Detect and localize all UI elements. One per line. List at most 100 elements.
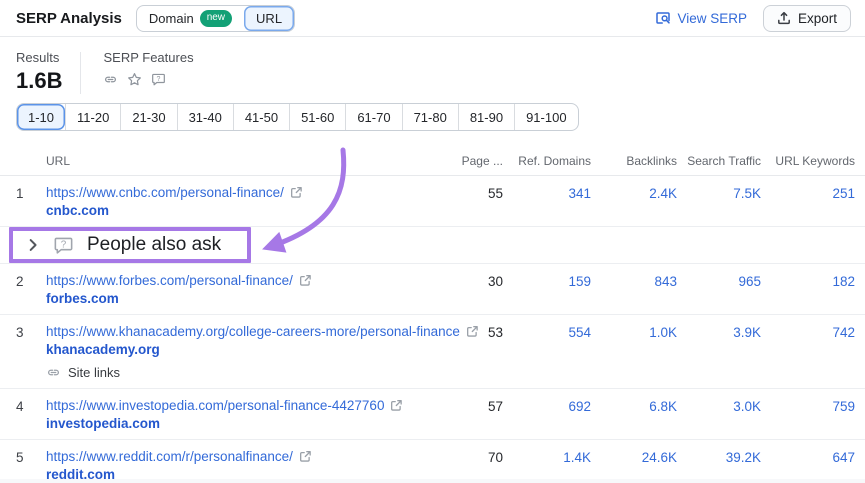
url-keywords-value[interactable]: 251 (761, 185, 855, 201)
pagination-tab-91-100[interactable]: 91-100 (514, 104, 577, 130)
pagination-tab-1-10[interactable]: 1-10 (17, 104, 65, 130)
pagination-tab-31-40[interactable]: 31-40 (177, 104, 233, 130)
ref-domains-value[interactable]: 159 (503, 273, 591, 289)
search-traffic-value[interactable]: 39.2K (677, 449, 761, 465)
page-title: SERP Analysis (16, 10, 122, 27)
result-url: https://www.cnbc.com/personal-finance/ (46, 185, 284, 200)
pagination-tab-51-60[interactable]: 51-60 (289, 104, 345, 130)
sitelinks-icon (46, 365, 61, 380)
search-traffic-value[interactable]: 3.0K (677, 398, 761, 414)
external-link-icon[interactable] (390, 399, 403, 412)
reviews-feature-icon (127, 72, 142, 87)
top-bar-actions: View SERP Export (655, 5, 851, 32)
col-header-url: URL (46, 154, 445, 168)
result-url-link[interactable]: https://www.investopedia.com/personal-fi… (46, 398, 445, 413)
url-cell: https://www.cnbc.com/personal-finance/ c… (46, 185, 445, 218)
new-badge: new (200, 10, 232, 27)
stats-section: Results 1.6B SERP Features (0, 37, 865, 94)
search-traffic-value[interactable]: 7.5K (677, 185, 761, 201)
page-score-value: 70 (445, 449, 503, 465)
people-also-ask-row[interactable]: ? People also ask (0, 227, 865, 264)
tab-url-label: URL (256, 11, 282, 26)
tab-domain-label: Domain (149, 11, 194, 26)
table-header: URL Page ... Ref. Domains Backlinks Sear… (0, 146, 865, 176)
bottom-strip (0, 479, 865, 483)
export-icon (777, 11, 791, 25)
view-serp-button[interactable]: View SERP (655, 10, 747, 26)
pagination-tab-41-50[interactable]: 41-50 (233, 104, 289, 130)
tab-domain[interactable]: Domain new (137, 6, 244, 31)
result-url-link[interactable]: https://www.khanacademy.org/college-care… (46, 324, 445, 339)
svg-text:?: ? (157, 76, 161, 83)
row-position: 2 (16, 273, 46, 289)
result-domain-link[interactable]: investopedia.com (46, 416, 445, 431)
top-bar: SERP Analysis Domain new URL View SERP (0, 0, 865, 37)
row-position: 4 (16, 398, 46, 414)
table-row: 2 https://www.forbes.com/personal-financ… (0, 264, 865, 315)
result-domain-link[interactable]: khanacademy.org (46, 342, 445, 357)
result-domain-link[interactable]: cnbc.com (46, 203, 445, 218)
sitelinks-feature-icon (103, 72, 118, 87)
expand-chevron-icon[interactable] (26, 238, 40, 252)
page-score-value: 30 (445, 273, 503, 289)
search-traffic-value[interactable]: 965 (677, 273, 761, 289)
result-url-link[interactable]: https://www.cnbc.com/personal-finance/ (46, 185, 445, 200)
external-link-icon[interactable] (299, 274, 312, 287)
search-traffic-value[interactable]: 3.9K (677, 324, 761, 340)
site-links-feature: Site links (46, 365, 445, 380)
tab-url[interactable]: URL (244, 6, 294, 31)
result-url: https://www.investopedia.com/personal-fi… (46, 398, 384, 413)
people-also-ask-highlight-box: ? People also ask (9, 227, 251, 263)
stats-divider (80, 52, 81, 94)
backlinks-value[interactable]: 2.4K (591, 185, 677, 201)
backlinks-value[interactable]: 6.8K (591, 398, 677, 414)
people-also-ask-label: People also ask (87, 234, 221, 256)
pagination: 1-10 11-20 21-30 31-40 41-50 51-60 61-70… (16, 103, 579, 131)
ref-domains-value[interactable]: 692 (503, 398, 591, 414)
people-also-ask-icon: ? (53, 235, 74, 256)
pagination-tab-71-80[interactable]: 71-80 (402, 104, 458, 130)
page-score-value: 53 (445, 324, 503, 340)
ref-domains-value[interactable]: 1.4K (503, 449, 591, 465)
pagination-tab-21-30[interactable]: 21-30 (120, 104, 176, 130)
table-row: 1 https://www.cnbc.com/personal-finance/… (0, 176, 865, 227)
pagination-tab-61-70[interactable]: 61-70 (345, 104, 401, 130)
ref-domains-value[interactable]: 341 (503, 185, 591, 201)
result-url-link[interactable]: https://www.forbes.com/personal-finance/ (46, 273, 445, 288)
backlinks-value[interactable]: 1.0K (591, 324, 677, 340)
url-cell: https://www.investopedia.com/personal-fi… (46, 398, 445, 431)
row-position: 1 (16, 185, 46, 201)
table-row: 5 https://www.reddit.com/r/personalfinan… (0, 440, 865, 483)
people-also-ask-feature-icon: ? (151, 72, 166, 87)
result-url: https://www.khanacademy.org/college-care… (46, 324, 460, 339)
results-stat: Results 1.6B (16, 50, 62, 94)
ref-domains-value[interactable]: 554 (503, 324, 591, 340)
result-domain-link[interactable]: forbes.com (46, 291, 445, 306)
view-serp-icon (655, 10, 671, 26)
col-header-ref-domains: Ref. Domains (503, 154, 591, 168)
result-url-link[interactable]: https://www.reddit.com/r/personalfinance… (46, 449, 445, 464)
table-row: 3 https://www.khanacademy.org/college-ca… (0, 315, 865, 389)
pagination-tab-11-20[interactable]: 11-20 (65, 104, 120, 130)
url-cell: https://www.reddit.com/r/personalfinance… (46, 449, 445, 482)
site-links-label: Site links (68, 365, 120, 380)
url-keywords-value[interactable]: 182 (761, 273, 855, 289)
url-keywords-value[interactable]: 647 (761, 449, 855, 465)
svg-text:?: ? (61, 239, 67, 250)
pagination-tab-81-90[interactable]: 81-90 (458, 104, 514, 130)
page-score-value: 57 (445, 398, 503, 414)
backlinks-value[interactable]: 24.6K (591, 449, 677, 465)
export-button[interactable]: Export (763, 5, 851, 32)
url-keywords-value[interactable]: 742 (761, 324, 855, 340)
results-label: Results (16, 50, 62, 65)
backlinks-value[interactable]: 843 (591, 273, 677, 289)
url-cell: https://www.forbes.com/personal-finance/… (46, 273, 445, 306)
external-link-icon[interactable] (299, 450, 312, 463)
col-header-url-keywords: URL Keywords (761, 154, 855, 168)
result-url: https://www.forbes.com/personal-finance/ (46, 273, 293, 288)
domain-url-toggle: Domain new URL (136, 5, 295, 32)
table-row: 4 https://www.investopedia.com/personal-… (0, 389, 865, 440)
external-link-icon[interactable] (290, 186, 303, 199)
serp-analysis-page: SERP Analysis Domain new URL View SERP (0, 0, 865, 483)
url-keywords-value[interactable]: 759 (761, 398, 855, 414)
